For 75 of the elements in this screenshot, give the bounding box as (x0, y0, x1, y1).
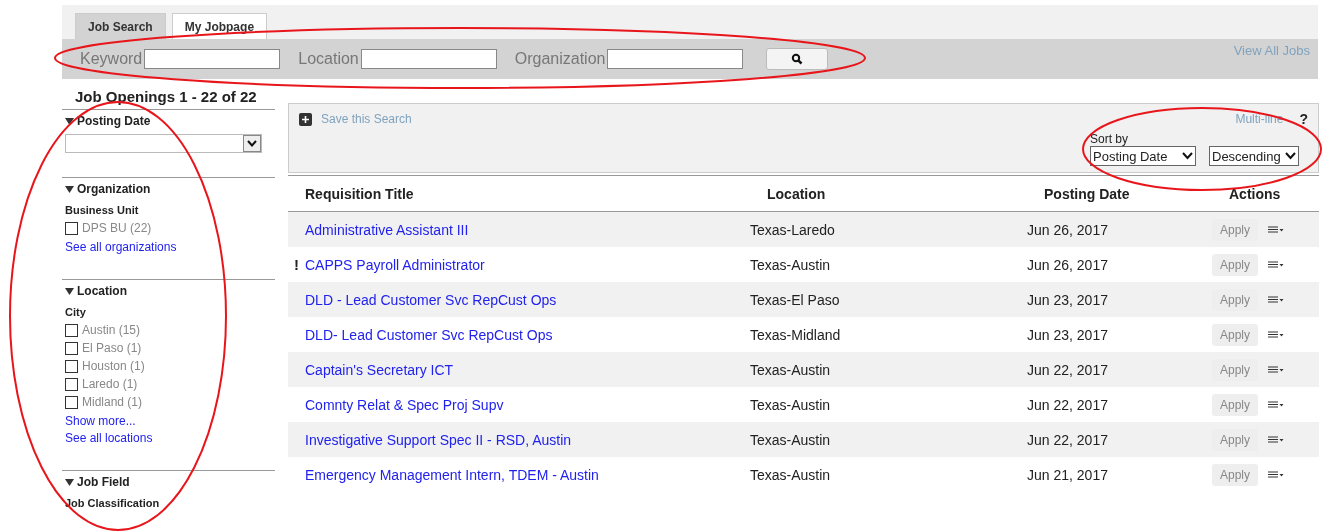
field-label: Location (298, 50, 359, 68)
chevron-down-icon (247, 140, 257, 147)
column-header[interactable]: Actions (1229, 185, 1319, 202)
column-header[interactable]: Requisition Title (288, 185, 767, 202)
input-field[interactable] (607, 49, 744, 69)
chevron-down-icon (1182, 152, 1193, 160)
table-cell-text: Jun 26, 2017 (1027, 221, 1109, 238)
option-label: Laredo (1) (82, 377, 138, 391)
list-menu-icon[interactable] (1268, 260, 1285, 269)
table-cell-text: Texas-Laredo (750, 221, 836, 238)
filter-link[interactable]: See all locations (65, 431, 272, 445)
option-label: El Paso (1) (82, 341, 142, 355)
table-cell-text: Jun 22, 2017 (1027, 431, 1109, 448)
sort-order-dropdown[interactable]: Descending (1209, 146, 1299, 166)
filter-subtitle: Job Classification (65, 497, 161, 509)
checkbox[interactable] (65, 221, 78, 235)
results-heading: Job Openings 1 - 22 of 22 (75, 88, 258, 107)
sort-field-dropdown[interactable]: Posting Date (1090, 146, 1196, 166)
table-cell-text: Texas-Austin (750, 466, 832, 483)
table-cell-text: Jun 23, 2017 (1027, 326, 1109, 343)
table-cell-text: Jun 26, 2017 (1027, 256, 1109, 273)
input-field[interactable] (144, 49, 281, 69)
table-cell-text: Texas-Austin (750, 256, 832, 273)
table-cell-text: Texas-Austin (750, 396, 832, 413)
date-dropdown[interactable] (65, 134, 262, 153)
checkbox[interactable] (65, 395, 78, 409)
plus-icon (299, 112, 312, 126)
filter-link[interactable]: Show more... (65, 414, 272, 428)
filter-subtitle: City (65, 306, 87, 318)
checkbox[interactable] (65, 341, 78, 355)
list-menu-icon[interactable] (1268, 435, 1285, 444)
filter-title: Location (77, 284, 127, 298)
table-cell-text: Jun 21, 2017 (1027, 466, 1109, 483)
list-menu-icon[interactable] (1268, 330, 1285, 339)
field-label: Organization (514, 50, 606, 68)
chevron-down-icon (1284, 152, 1296, 160)
list-menu-icon[interactable] (1268, 400, 1285, 409)
table-cell-text: Jun 22, 2017 (1027, 361, 1109, 378)
filter-title: Job Field (77, 475, 130, 489)
list-menu-icon[interactable] (1268, 295, 1285, 304)
sort-label: Sort by (1090, 132, 1129, 146)
field-label: Keyword (80, 50, 143, 68)
exclamation-icon: ! (294, 256, 299, 273)
input-field[interactable] (360, 49, 497, 69)
filter-heading[interactable]: Location (65, 284, 272, 298)
option-label: Austin (15) (82, 323, 141, 337)
search-icon (791, 53, 804, 65)
column-header[interactable]: Posting Date (1044, 185, 1229, 202)
filter-heading[interactable]: Job Field (65, 475, 272, 489)
tab[interactable]: My Jobpage (171, 13, 268, 39)
table-cell-text: Texas-Austin (750, 361, 832, 378)
checkbox[interactable] (65, 359, 78, 373)
list-menu-icon[interactable] (1268, 470, 1285, 479)
option-label: Houston (1) (82, 359, 145, 373)
filter-title: Posting Date (77, 114, 151, 128)
help-icon[interactable]: ? (1299, 111, 1308, 127)
table-cell-text: Texas-Austin (750, 431, 832, 448)
search-button[interactable] (766, 48, 829, 70)
table-cell-text: Jun 22, 2017 (1027, 396, 1109, 413)
checkbox[interactable] (65, 323, 78, 337)
list-menu-icon[interactable] (1268, 225, 1285, 234)
checkbox[interactable] (65, 377, 78, 391)
filter-heading[interactable]: Organization (65, 182, 272, 196)
table-cell-text: Texas-El Paso (750, 291, 841, 308)
filter-link[interactable]: See all organizations (65, 240, 272, 254)
table-cell-text: Texas-Midland (750, 326, 842, 343)
filter-heading[interactable]: Posting Date (65, 114, 272, 128)
table-cell-text: Jun 23, 2017 (1027, 291, 1109, 308)
filter-title: Organization (77, 182, 151, 196)
tab[interactable]: Job Search (75, 13, 166, 39)
option-label: Midland (1) (82, 395, 143, 409)
column-header[interactable]: Location (767, 185, 1044, 202)
filter-subtitle: Business Unit (65, 204, 140, 216)
option-label: DPS BU (22) (82, 221, 152, 235)
list-menu-icon[interactable] (1268, 365, 1285, 374)
